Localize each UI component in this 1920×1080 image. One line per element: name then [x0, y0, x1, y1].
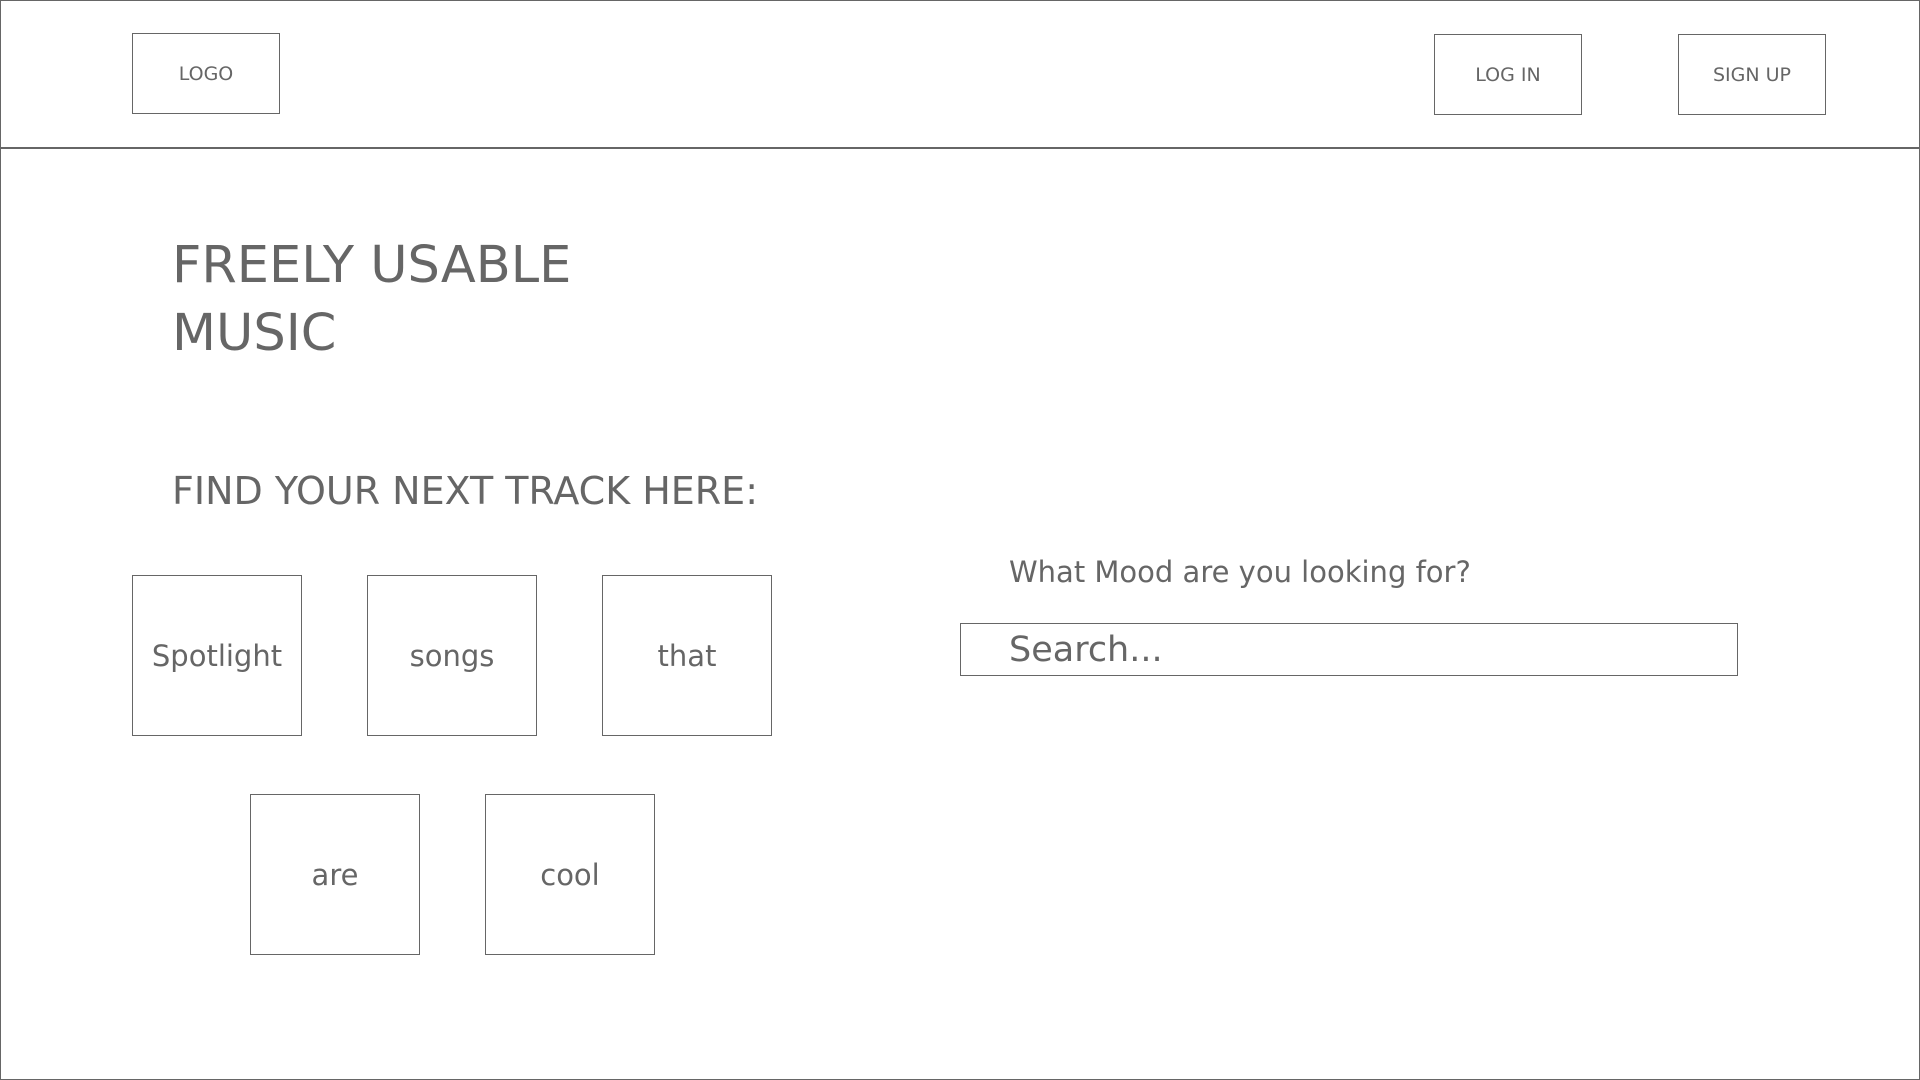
logo-label: LOGO	[178, 62, 234, 85]
header-divider	[1, 147, 1919, 149]
signup-label: SIGN UP	[1712, 63, 1791, 86]
logo[interactable]: LOGO	[132, 33, 280, 114]
track-tile[interactable]: cool	[485, 794, 655, 955]
page-title-line-2: MUSIC	[172, 304, 337, 363]
mood-search-label: What Mood are you looking for?	[1009, 555, 1471, 589]
track-tile-label: Spotlight	[151, 638, 283, 673]
track-tile[interactable]: are	[250, 794, 420, 955]
track-tile-label: that	[657, 638, 717, 673]
track-tile-label: songs	[409, 638, 495, 673]
page-title: FREELY USABLE MUSIC	[172, 232, 571, 368]
search-input[interactable]	[961, 624, 1737, 675]
page-title-line-1: FREELY USABLE	[172, 236, 572, 295]
track-tile[interactable]: Spotlight	[132, 575, 302, 736]
login-label: LOG IN	[1475, 63, 1541, 86]
track-tile[interactable]: that	[602, 575, 772, 736]
section-subtitle: FIND YOUR NEXT TRACK HERE:	[172, 469, 758, 513]
signup-button[interactable]: SIGN UP	[1678, 34, 1826, 115]
login-button[interactable]: LOG IN	[1434, 34, 1582, 115]
track-tile-label: cool	[540, 857, 600, 892]
track-tile-label: are	[311, 857, 359, 892]
search-field[interactable]	[960, 623, 1738, 676]
track-tile[interactable]: songs	[367, 575, 537, 736]
